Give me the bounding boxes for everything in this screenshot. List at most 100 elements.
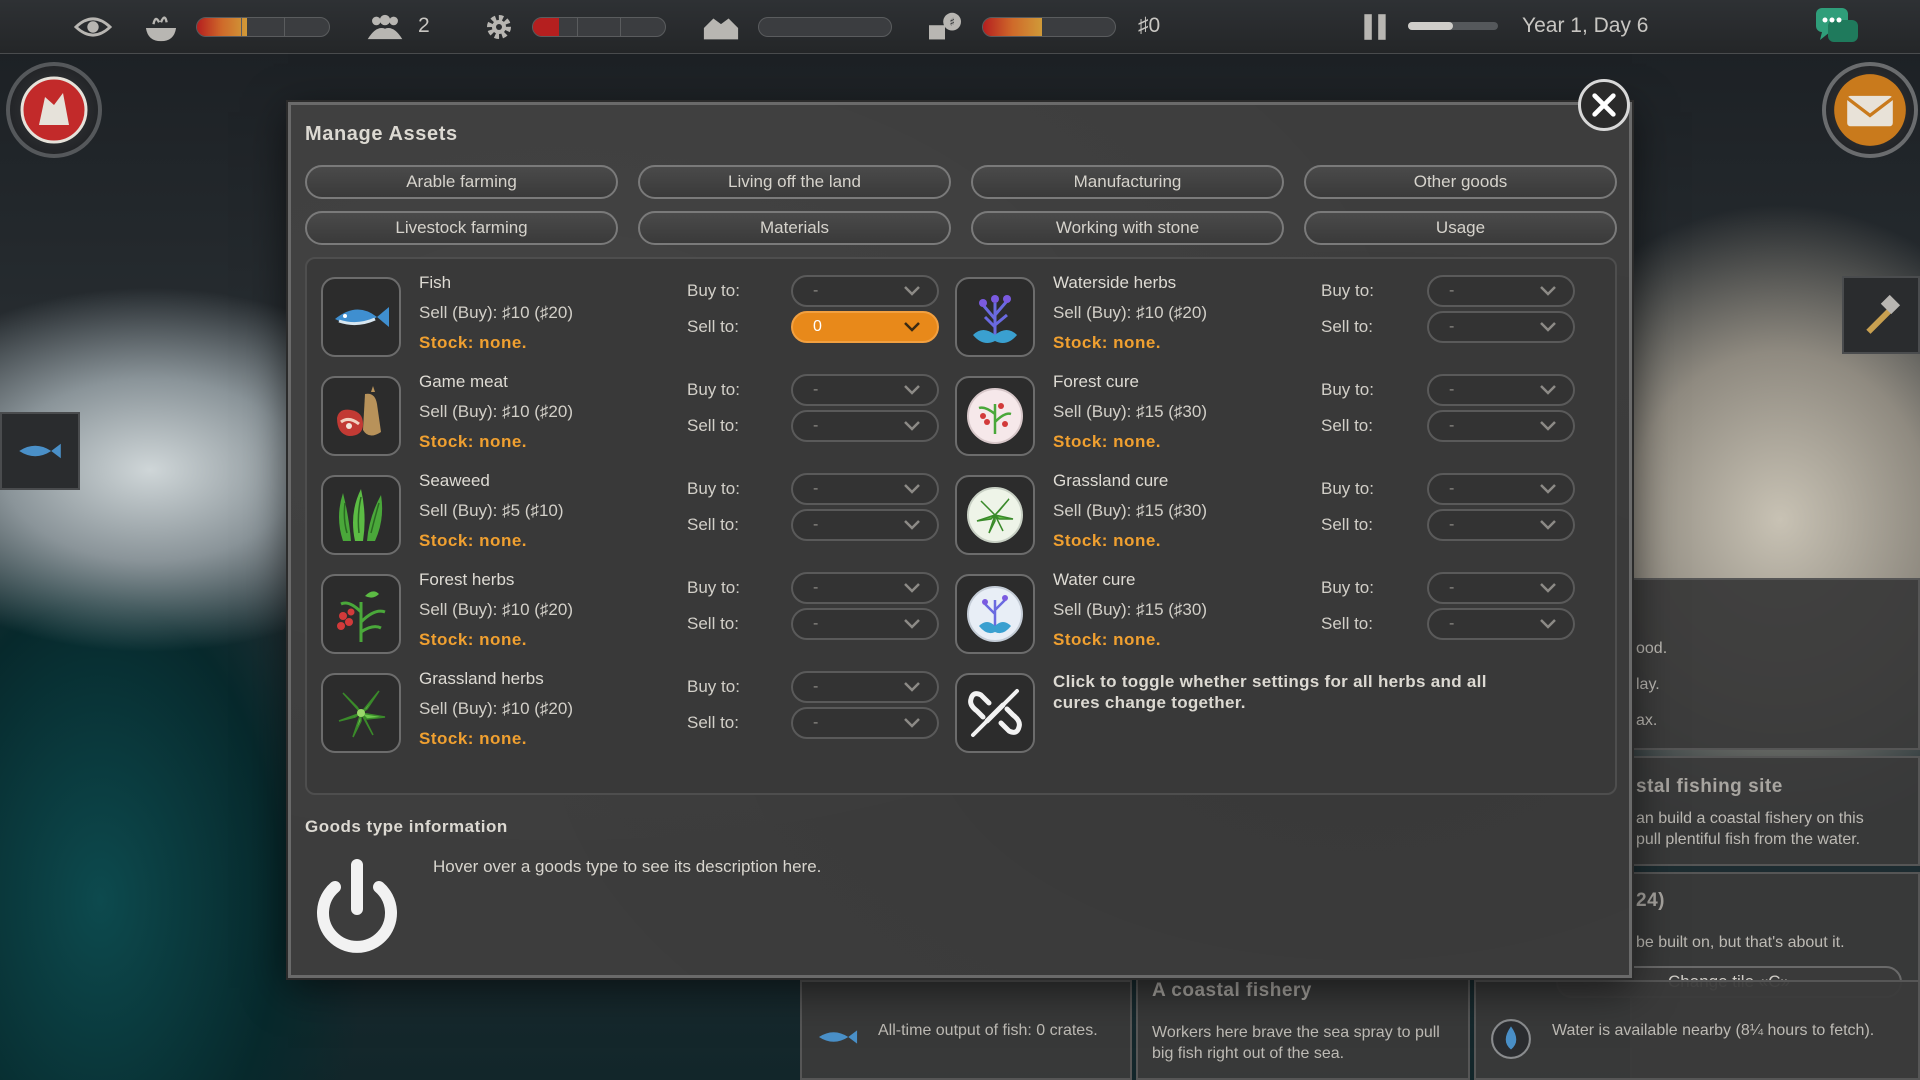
sell-to-label: Sell to: (1321, 317, 1373, 336)
chevron-down-icon (1540, 322, 1556, 332)
dropdown-value: - (1449, 381, 1455, 398)
dropdown-value: - (813, 381, 819, 398)
waterside-herbs-icon[interactable] (955, 277, 1035, 357)
grassland-herbs-icon[interactable] (321, 673, 401, 753)
link-toggle-button[interactable] (955, 673, 1035, 753)
dropdown-value: - (813, 579, 819, 596)
sell-to-dropdown[interactable]: - (791, 707, 939, 739)
fish-small-icon (818, 1030, 858, 1044)
sell-to-dropdown[interactable]: - (791, 509, 939, 541)
bg-fishery-output-panel: All-time output of fish: 0 crates. (800, 980, 1132, 1080)
svg-text:♯: ♯ (949, 15, 955, 29)
buy-to-label: Buy to: (687, 479, 740, 498)
goods-name: Forest herbs (419, 570, 515, 589)
chat-icon[interactable] (1814, 6, 1860, 48)
forest-herbs-icon[interactable] (321, 574, 401, 654)
sell-to-dropdown[interactable]: 0 (791, 311, 939, 343)
fish-icon[interactable] (321, 277, 401, 357)
bg-text-line: ood. (1636, 640, 1668, 657)
buy-to-dropdown[interactable]: - (791, 572, 939, 604)
goods-item-game-meat: Game meat Sell (Buy): ♯10 (♯20) Stock: n… (321, 372, 941, 456)
sell-to-dropdown[interactable]: - (1427, 608, 1575, 640)
buy-to-dropdown[interactable]: - (791, 275, 939, 307)
water-drop-icon (1491, 1019, 1531, 1059)
chevron-down-icon (904, 718, 920, 728)
sell-to-label: Sell to: (1321, 614, 1373, 633)
dropdown-value: - (813, 282, 819, 299)
buy-to-dropdown[interactable]: - (1427, 374, 1575, 406)
buy-to-dropdown[interactable]: - (1427, 572, 1575, 604)
selected-tile-fish[interactable] (0, 412, 80, 490)
chevron-down-icon (904, 520, 920, 530)
buy-to-dropdown[interactable]: - (1427, 473, 1575, 505)
population-icon[interactable] (364, 8, 406, 46)
goods-name: Grassland cure (1053, 471, 1169, 490)
goods-stock: Stock: none. (419, 630, 528, 649)
grassland-cure-icon[interactable] (955, 475, 1035, 555)
tab-materials[interactable]: Materials (638, 211, 951, 245)
goods-stock: Stock: none. (419, 333, 528, 352)
goods-name: Grassland herbs (419, 669, 544, 688)
build-tool-button[interactable] (1842, 276, 1920, 354)
goods-stock: Stock: none. (1053, 432, 1162, 451)
eye-icon[interactable] (72, 8, 114, 46)
pause-icon[interactable] (1354, 8, 1396, 46)
trade-icon[interactable]: ♯ (924, 8, 966, 46)
tab-usage[interactable]: Usage (1304, 211, 1617, 245)
chevron-down-icon (904, 286, 920, 296)
buy-to-dropdown[interactable]: - (791, 374, 939, 406)
goods-item-grassland-cure: Grassland cure Sell (Buy): ♯15 (♯30) Sto… (955, 471, 1595, 555)
dropdown-value: - (1449, 516, 1455, 533)
goods-item-forest-cure: Forest cure Sell (Buy): ♯15 (♯30) Stock:… (955, 372, 1595, 456)
game-meat-icon[interactable] (321, 376, 401, 456)
mail-icon (1834, 74, 1906, 146)
tab-other-goods[interactable]: Other goods (1304, 165, 1617, 199)
tab-working-with-stone[interactable]: Working with stone (971, 211, 1284, 245)
sell-to-dropdown[interactable]: - (1427, 410, 1575, 442)
dropdown-value: - (813, 417, 819, 434)
sell-to-label: Sell to: (687, 317, 739, 336)
speed-slider[interactable] (1408, 22, 1498, 30)
sell-to-dropdown[interactable]: - (1427, 509, 1575, 541)
close-button[interactable] (1578, 79, 1630, 131)
seaweed-icon[interactable] (321, 475, 401, 555)
sell-to-label: Sell to: (687, 515, 739, 534)
buy-to-label: Buy to: (1321, 578, 1374, 597)
housing-icon[interactable] (700, 8, 742, 46)
dropdown-value: - (1449, 579, 1455, 596)
sell-to-label: Sell to: (687, 713, 739, 732)
forest-cure-icon[interactable] (955, 376, 1035, 456)
link-toggle-note: Click to toggle whether settings for all… (1053, 672, 1487, 712)
sell-to-dropdown[interactable]: - (791, 410, 939, 442)
goods-name: Water cure (1053, 570, 1136, 589)
dropdown-value: - (1449, 480, 1455, 497)
goods-price: Sell (Buy): ♯15 (♯30) (1053, 600, 1207, 619)
goods-price: Sell (Buy): ♯10 (♯20) (1053, 303, 1207, 322)
bg-text-line: ax. (1636, 712, 1658, 729)
faction-emblem-button[interactable] (6, 62, 102, 158)
fishery-title: A coastal fishery (1152, 980, 1312, 1001)
buy-to-dropdown[interactable]: - (1427, 275, 1575, 307)
food-bowl-icon[interactable] (140, 8, 182, 46)
tab-arable-farming[interactable]: Arable farming (305, 165, 618, 199)
goods-stock: Stock: none. (1053, 630, 1162, 649)
bg-site-text: an build a coastal fishery on this (1636, 810, 1864, 827)
industry-bar (532, 17, 666, 37)
top-bar: 2 ♯ ♯0 Year 1, Day 6 (0, 0, 1920, 54)
buy-to-dropdown[interactable]: - (791, 473, 939, 505)
goods-price: Sell (Buy): ♯10 (♯20) (419, 303, 573, 322)
sell-to-dropdown[interactable]: - (791, 608, 939, 640)
buy-to-dropdown[interactable]: - (791, 671, 939, 703)
tab-livestock-farming[interactable]: Livestock farming (305, 211, 618, 245)
sell-to-label: Sell to: (1321, 515, 1373, 534)
goods-price: Sell (Buy): ♯5 (♯10) (419, 501, 564, 520)
water-cure-icon[interactable] (955, 574, 1035, 654)
chevron-down-icon (904, 385, 920, 395)
gear-icon[interactable] (478, 8, 520, 46)
tab-living-off-the-land[interactable]: Living off the land (638, 165, 951, 199)
tab-manufacturing[interactable]: Manufacturing (971, 165, 1284, 199)
dropdown-value: - (813, 714, 819, 731)
sell-to-dropdown[interactable]: - (1427, 311, 1575, 343)
dropdown-value: - (813, 615, 819, 632)
mail-button[interactable] (1822, 62, 1918, 158)
